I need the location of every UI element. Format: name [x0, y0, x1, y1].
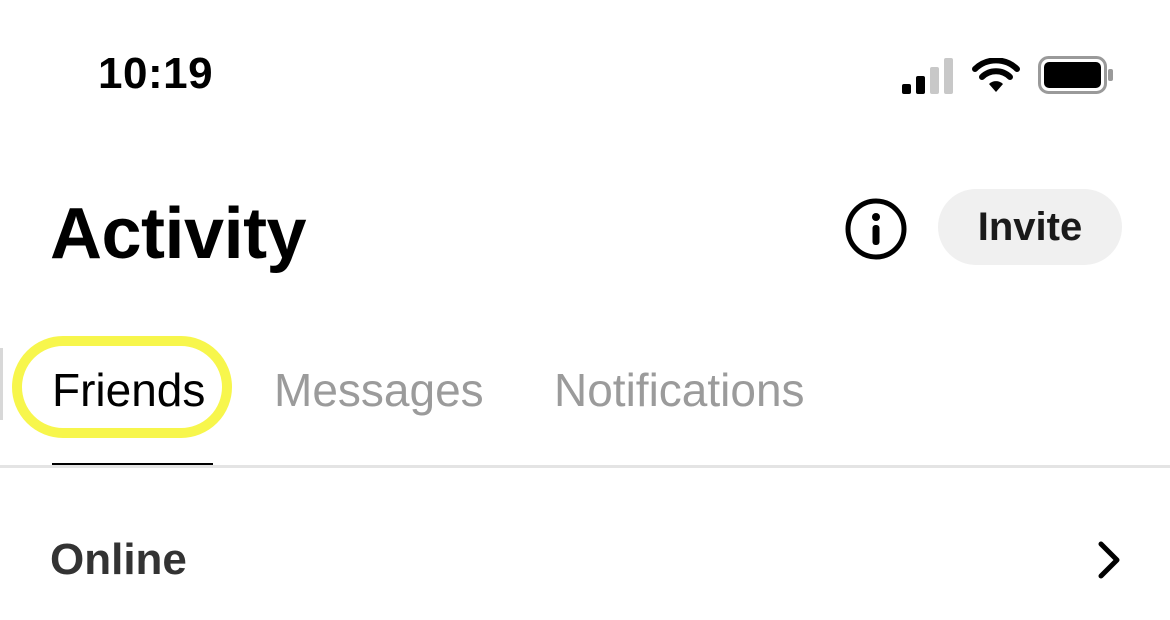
tab-friends[interactable]: Friends — [52, 362, 205, 418]
info-button[interactable] — [844, 197, 908, 261]
tab-messages[interactable]: Messages — [274, 362, 484, 418]
invite-button[interactable]: Invite — [938, 189, 1122, 265]
online-section-row[interactable]: Online — [0, 510, 1170, 606]
tab-bar: Friends Messages Notifications — [0, 340, 1170, 468]
tabs-divider — [0, 465, 1170, 468]
info-icon — [845, 198, 907, 260]
status-time: 10:19 — [98, 49, 214, 98]
online-section-label: Online — [50, 535, 187, 584]
wifi-icon — [972, 58, 1020, 92]
chevron-right-icon — [1098, 541, 1120, 579]
tab-notifications[interactable]: Notifications — [554, 362, 805, 418]
signal-icon — [902, 58, 953, 94]
battery-icon — [1038, 56, 1113, 94]
page-title: Activity — [50, 194, 307, 274]
status-icons — [902, 54, 1114, 94]
